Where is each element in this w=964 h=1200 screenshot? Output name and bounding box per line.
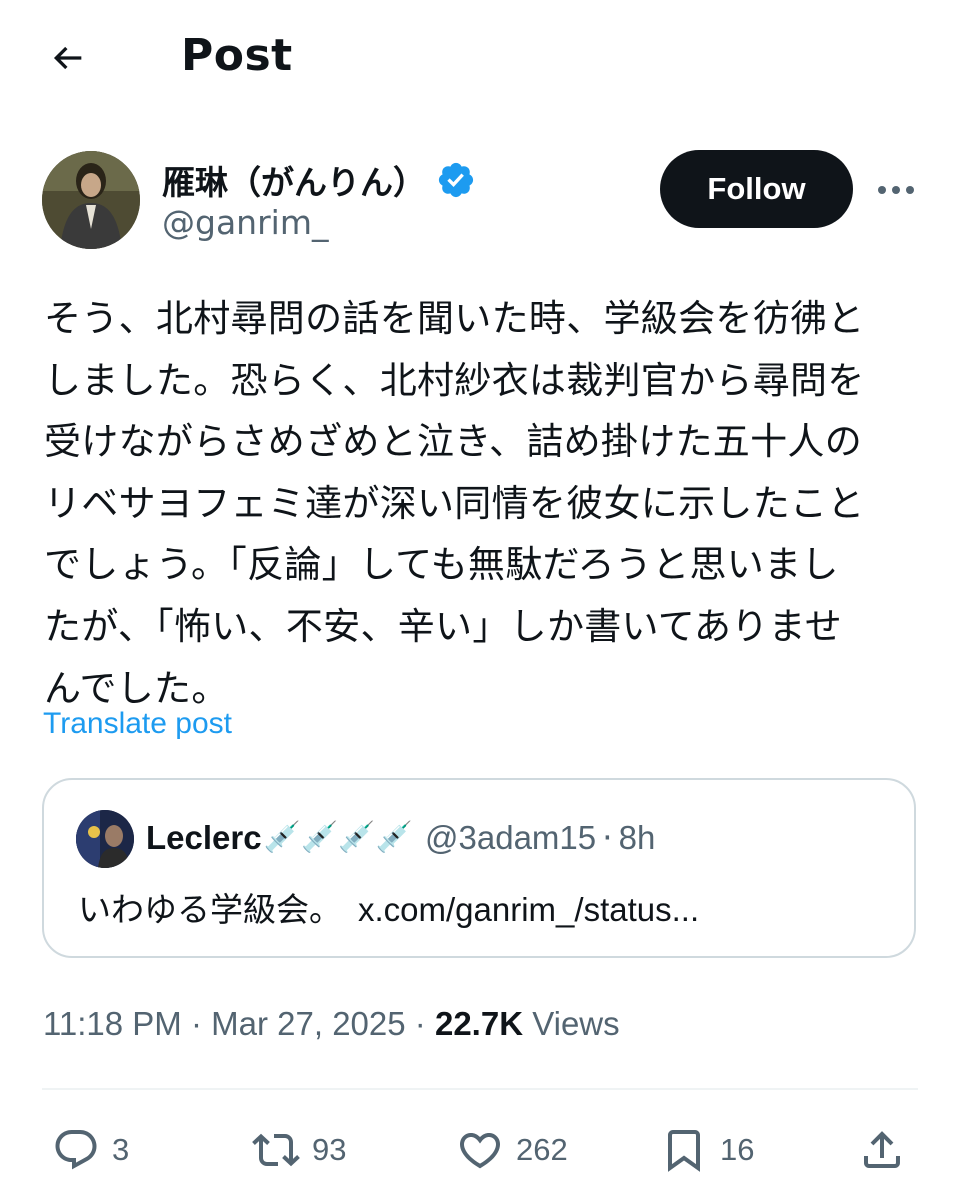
author-name-row[interactable]: 雁琳（がんりん）	[162, 156, 476, 204]
arrow-left-icon	[53, 46, 82, 70]
author-name[interactable]: 雁琳（がんりん）	[162, 156, 426, 204]
reply-button[interactable]: 3	[52, 1118, 129, 1182]
quoted-post-header: Leclerc 💉💉💉💉 @3adam15 · 8h	[146, 818, 655, 857]
post-meta: 11:18 PM · Mar 27, 2025 · 22.7K Views	[43, 1005, 620, 1043]
repost-count: 93	[312, 1132, 347, 1167]
heart-icon	[459, 1133, 501, 1169]
back-button[interactable]	[44, 34, 92, 82]
reply-icon	[55, 1130, 97, 1170]
separator-dot: ·	[190, 1005, 202, 1042]
author-avatar[interactable]	[42, 151, 140, 249]
quoted-post-time: 8h	[618, 818, 656, 856]
quoted-author-handle: @3adam15	[425, 818, 597, 856]
quoted-post-text: いわゆる学級会。 x.com/ganrim_/status...	[78, 883, 699, 931]
like-button[interactable]: 262	[456, 1118, 568, 1182]
share-button[interactable]	[858, 1118, 906, 1182]
top-bar: Post	[0, 0, 964, 115]
quoted-author-name: Leclerc	[146, 818, 262, 856]
quoted-author-avatar	[76, 810, 134, 868]
more-horizontal-icon	[878, 186, 914, 194]
views-count[interactable]: 22.7K	[435, 1005, 523, 1042]
views-label: Views	[532, 1005, 620, 1042]
bookmark-icon	[668, 1130, 700, 1172]
quoted-post-card[interactable]: Leclerc 💉💉💉💉 @3adam15 · 8h いわゆる学級会。 x.com…	[42, 778, 916, 958]
author-handle[interactable]: @ganrim_	[162, 203, 328, 242]
repost-icon	[252, 1133, 300, 1167]
post-time[interactable]: 11:18 PM	[43, 1005, 182, 1042]
separator-dot: ·	[414, 1005, 426, 1042]
syringe-emoji: 💉💉💉💉	[263, 820, 414, 855]
post-text: そう、北村尋問の話を聞いた時、学級会を彷彿と しました。恐らく、北村紗衣は裁判官…	[44, 297, 865, 710]
separator-dot: ·	[602, 818, 613, 857]
more-options-button[interactable]	[872, 172, 920, 208]
bookmark-button[interactable]: 16	[660, 1118, 754, 1182]
bookmark-count: 16	[720, 1132, 755, 1167]
divider	[42, 1088, 918, 1090]
quoted-post-message: いわゆる学級会。	[78, 890, 342, 929]
reply-count: 3	[112, 1132, 130, 1167]
quoted-post-link: x.com/ganrim_/status...	[358, 891, 700, 928]
follow-button[interactable]: Follow	[660, 150, 853, 228]
like-count: 262	[516, 1132, 568, 1167]
page-title: Post	[181, 30, 293, 81]
verified-badge-icon	[438, 162, 474, 198]
repost-button[interactable]: 93	[252, 1118, 346, 1182]
translate-post-link[interactable]: Translate post	[43, 707, 232, 741]
post-date[interactable]: Mar 27, 2025	[211, 1005, 405, 1042]
share-icon	[864, 1131, 900, 1168]
action-bar: 3 93 262 16	[0, 1118, 964, 1182]
